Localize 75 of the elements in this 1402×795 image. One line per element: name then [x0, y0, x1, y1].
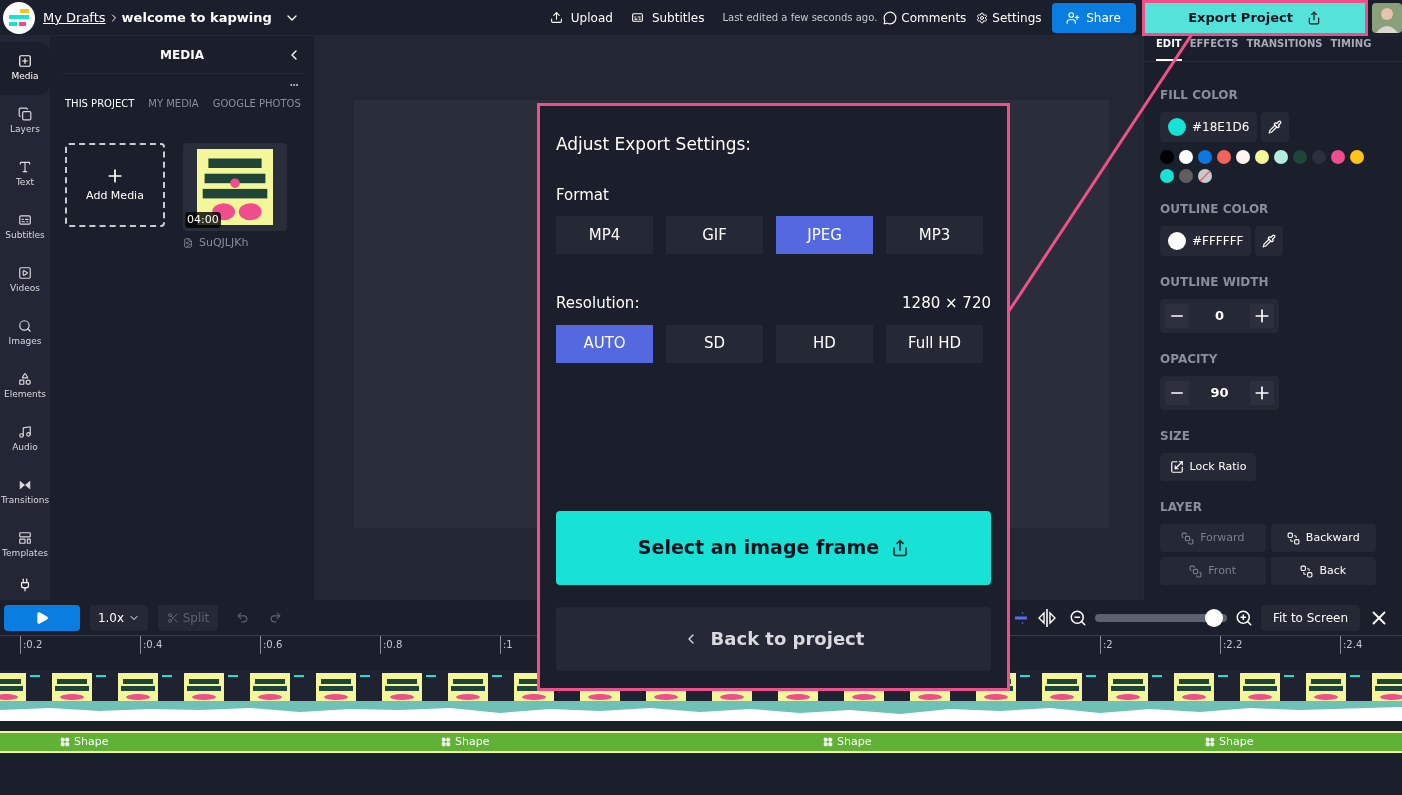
format-option[interactable]: MP3: [886, 216, 983, 254]
export-button[interactable]: Export Project: [1141, 0, 1368, 36]
settings-button[interactable]: Settings: [976, 8, 1042, 27]
resolution-value: 1280 × 720: [902, 293, 991, 314]
track-label: Shape: [455, 733, 490, 750]
nav-item[interactable]: Audio: [0, 413, 50, 466]
share-button[interactable]: Share: [1051, 2, 1136, 33]
track-label: Shape: [74, 733, 109, 750]
fit-to-screen-button[interactable]: Fit to Screen: [1261, 604, 1360, 631]
speed-dropdown[interactable]: 1.0x: [90, 604, 148, 631]
format-option[interactable]: GIF: [666, 216, 763, 254]
toolbar-button[interactable]: Upload: [549, 8, 613, 27]
duration-label: 04:00: [185, 211, 221, 228]
format-label: Format: [556, 184, 610, 206]
media-tab[interactable]: GOOGLE PHOTOS: [212, 96, 301, 111]
media-name: SuQJLJKh: [199, 235, 249, 251]
nav-item[interactable]: Text: [0, 148, 50, 201]
layer-button[interactable]: Backward: [1270, 524, 1376, 552]
section-label: FILL COLOR: [1160, 87, 1239, 104]
resolution-option[interactable]: Full HD: [886, 324, 983, 363]
nav-item[interactable]: Layers: [0, 95, 50, 148]
color-value: #FFFFFF: [1192, 233, 1244, 250]
stepper-value: 90: [1210, 384, 1229, 403]
section-label: OUTLINE WIDTH: [1160, 274, 1270, 291]
resolution-option[interactable]: AUTO: [556, 324, 653, 363]
toolbar-button[interactable]: Subtitles: [630, 8, 705, 27]
comments-button[interactable]: Comments: [883, 8, 967, 27]
time-tick: :0.6: [260, 636, 380, 654]
color-field[interactable]: #18E1D6: [1160, 112, 1258, 142]
nav-item[interactable]: Media: [0, 42, 50, 95]
color-value: #18E1D6: [1192, 119, 1250, 136]
layer-button[interactable]: Back: [1270, 557, 1376, 585]
property-tab[interactable]: EFFECTS: [1189, 36, 1239, 61]
property-tab[interactable]: EDIT: [1156, 36, 1182, 61]
property-tab[interactable]: TRANSITIONS: [1246, 36, 1323, 61]
section-label: LAYER: [1160, 499, 1203, 516]
time-tick: :0.4: [140, 636, 260, 654]
media-tab[interactable]: MY MEDIA: [148, 96, 199, 111]
time-tick: :2.4: [1340, 636, 1402, 654]
format-option[interactable]: JPEG: [776, 216, 873, 254]
color-field[interactable]: #FFFFFF: [1160, 226, 1252, 256]
section-label: OPACITY: [1160, 351, 1219, 368]
dialog-title: Adjust Export Settings:: [556, 133, 753, 156]
project-title: welcome to kapwing: [121, 8, 272, 27]
last-edited-text: Last edited a few seconds ago.: [722, 11, 878, 25]
nav-item[interactable]: Transitions: [0, 466, 50, 519]
breadcrumb-link[interactable]: My Drafts: [43, 7, 106, 28]
format-option[interactable]: MP4: [556, 216, 653, 254]
number-stepper[interactable]: 90: [1160, 376, 1279, 410]
number-stepper[interactable]: 0: [1160, 299, 1279, 333]
nav-item[interactable]: Subtitles: [0, 201, 50, 254]
media-card[interactable]: 04:00: [183, 143, 287, 231]
resolution-option[interactable]: SD: [666, 324, 763, 363]
add-media-button[interactable]: Add Media: [65, 143, 165, 227]
select-frame-button[interactable]: Select an image frame: [556, 510, 991, 585]
lock-ratio-button[interactable]: Lock Ratio: [1160, 453, 1256, 481]
nav-item[interactable]: Videos: [0, 254, 50, 307]
track-label: Shape: [1219, 733, 1254, 750]
section-label: OUTLINE COLOR: [1160, 201, 1270, 218]
nav-item[interactable]: Images: [0, 307, 50, 360]
panel-title: MEDIA: [160, 46, 204, 64]
back-button[interactable]: Back to project: [556, 606, 991, 671]
time-tick: :0.8: [380, 636, 500, 654]
nav-item[interactable]: Templates: [0, 519, 50, 572]
property-tab[interactable]: TIMING: [1330, 36, 1372, 61]
time-tick: :2.2: [1220, 636, 1340, 654]
stepper-value: 0: [1214, 307, 1224, 326]
nav-item[interactable]: Elements: [0, 360, 50, 413]
media-tab[interactable]: THIS PROJECT: [65, 96, 135, 111]
section-label: SIZE: [1160, 428, 1191, 445]
resolution-label: Resolution:: [556, 293, 640, 314]
track-label: Shape: [837, 733, 872, 750]
time-tick: :0.2: [20, 636, 140, 654]
resolution-option[interactable]: HD: [776, 324, 873, 363]
time-tick: :2: [1100, 636, 1220, 654]
